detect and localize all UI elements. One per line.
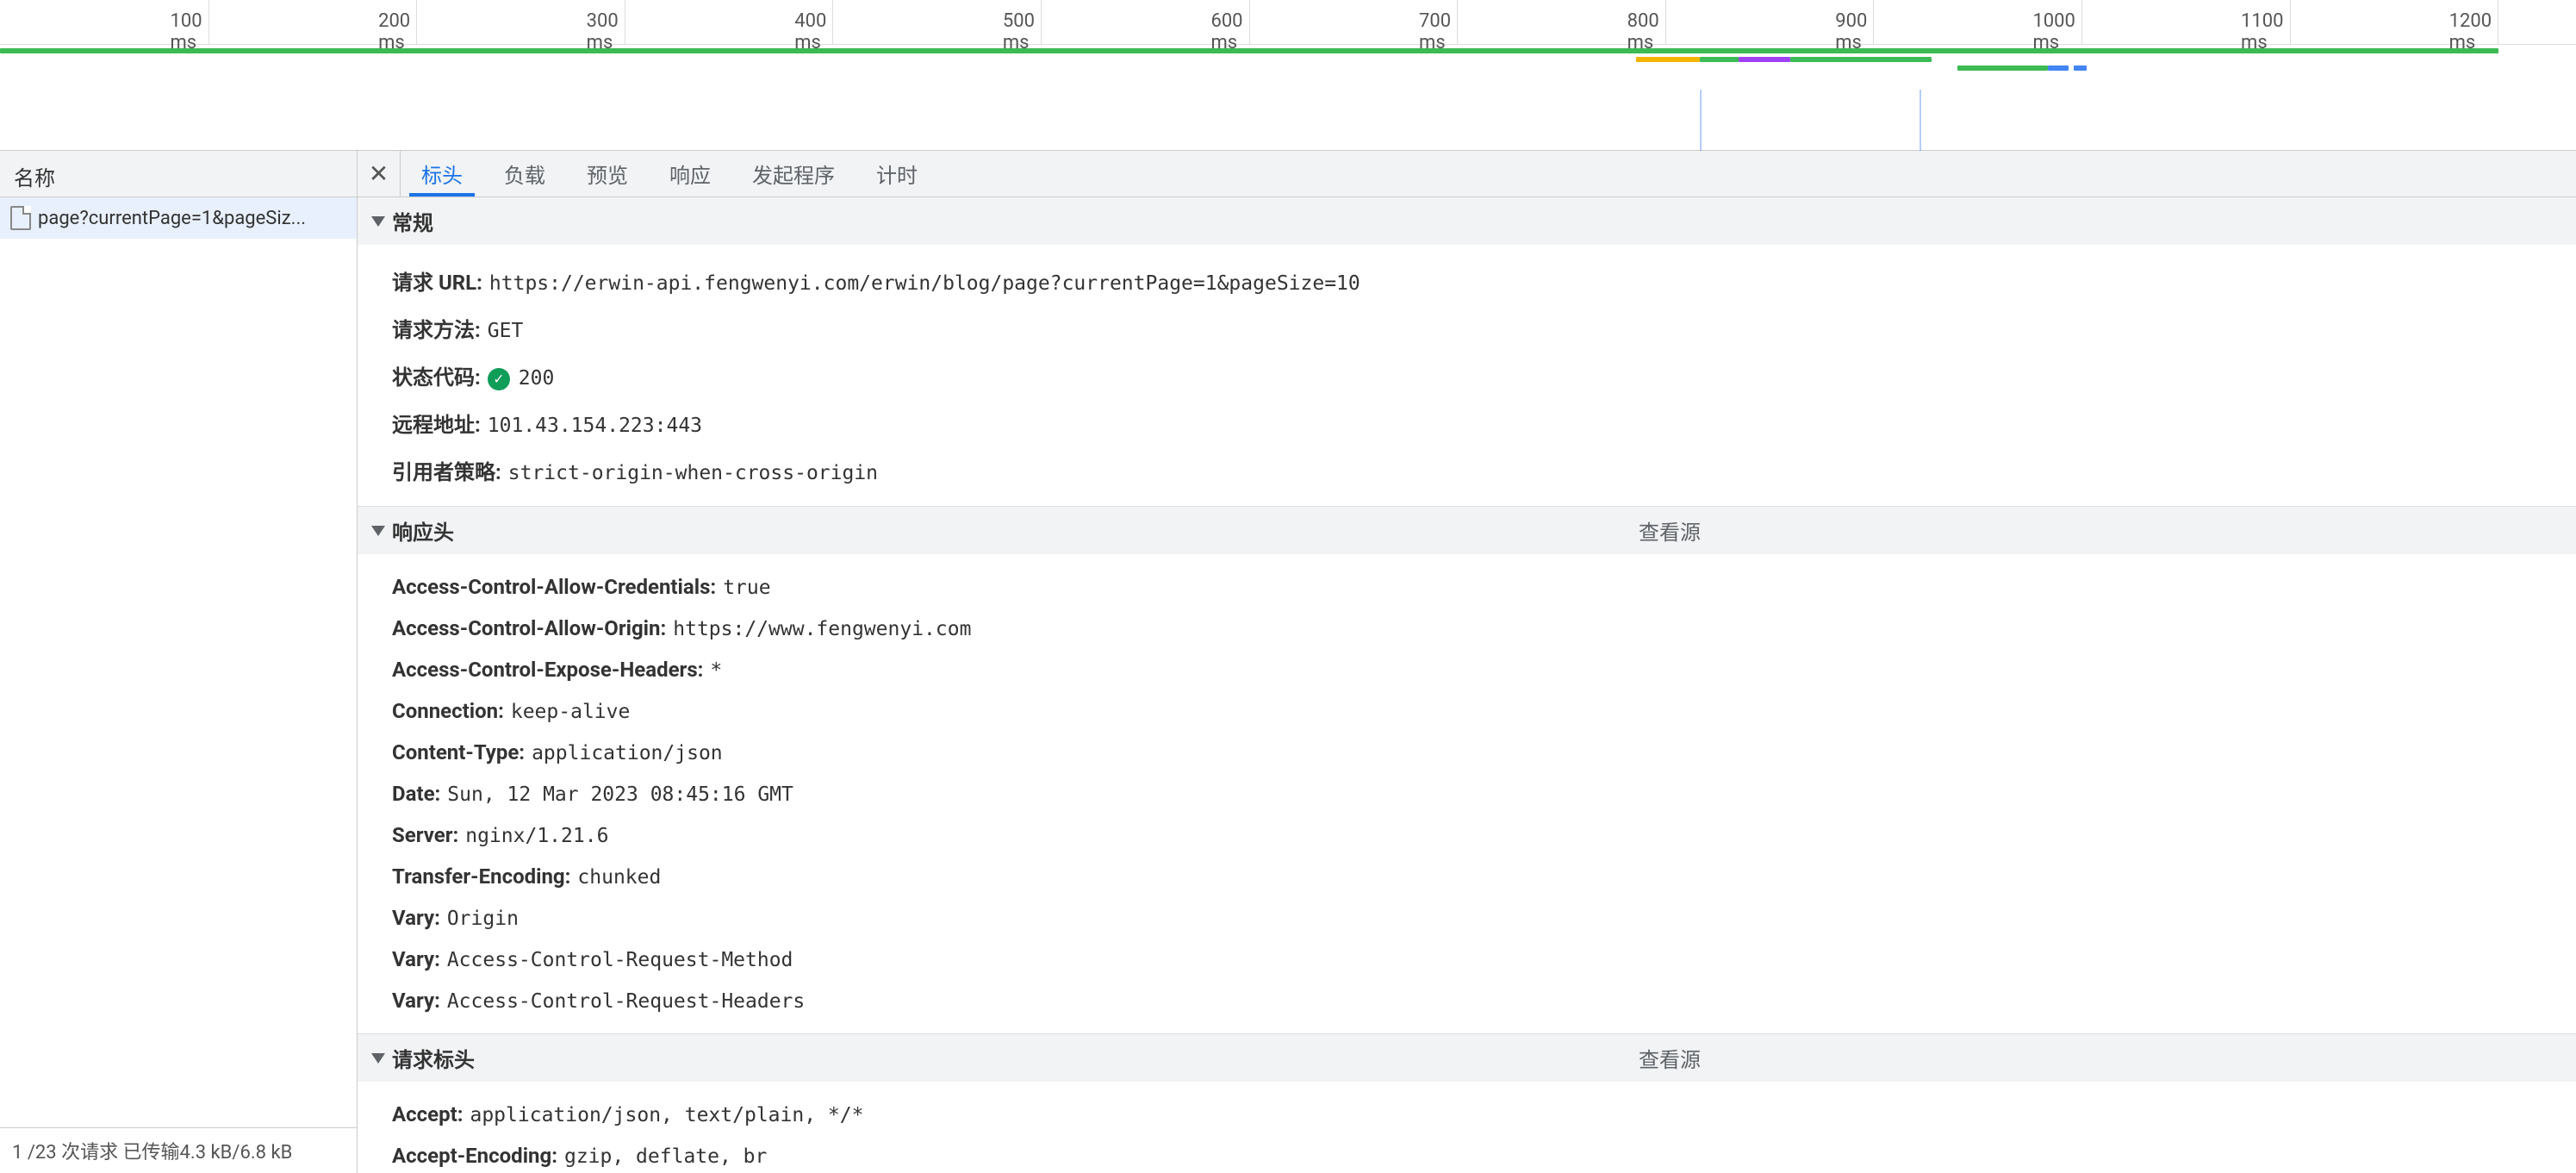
header-key: Vary: (392, 947, 440, 971)
header-value: true (723, 577, 770, 599)
label-status-code: 状态代码: (392, 360, 481, 390)
header-row: Access-Control-Expose-Headers: * (392, 649, 2542, 690)
close-detail-button[interactable]: ✕ (358, 151, 401, 197)
header-value: gzip, deflate, br (564, 1145, 767, 1168)
section-title: 响应头 (392, 515, 454, 546)
label-request-url: 请求 URL: (392, 265, 482, 296)
header-value: Origin (447, 908, 519, 930)
header-key: Server: (392, 823, 458, 847)
request-list-panel: 名称 page?currentPage=1&pageSiz... 1 /23 次… (0, 151, 358, 1173)
header-key: Access-Control-Expose-Headers: (392, 658, 703, 682)
header-row: Accept-Encoding: gzip, deflate, br (392, 1135, 2542, 1173)
header-key: Access-Control-Allow-Origin: (392, 616, 666, 640)
header-row: Accept: application/json, text/plain, */* (392, 1094, 2542, 1135)
header-row: Server: nginx/1.21.6 (392, 814, 2542, 856)
header-key: Transfer-Encoding: (392, 864, 570, 889)
header-row: Date: Sun, 12 Mar 2023 08:45:16 GMT (392, 773, 2542, 814)
section-title: 常规 (392, 206, 433, 236)
tab-timing[interactable]: 计时 (856, 151, 938, 197)
section-title: 请求标头 (392, 1043, 475, 1073)
header-row: Transfer-Encoding: chunked (392, 856, 2542, 897)
request-row[interactable]: page?currentPage=1&pageSiz... (0, 197, 357, 239)
label-request-method: 请求方法: (392, 313, 481, 343)
value-request-method: GET (488, 320, 524, 342)
header-value: application/json, text/plain, */* (470, 1104, 863, 1126)
header-value: Access-Control-Request-Headers (447, 990, 805, 1013)
request-name: page?currentPage=1&pageSiz... (38, 208, 306, 229)
header-key: Content-Type: (392, 740, 525, 764)
status-bar: 1 /23 次请求 已传输4.3 kB/6.8 kB (0, 1127, 357, 1173)
header-key: Accept-Encoding: (392, 1144, 557, 1168)
network-timeline[interactable]: 100 ms 200 ms 300 ms 400 ms 500 ms 600 m… (0, 0, 2576, 151)
header-value: Access-Control-Request-Method (447, 949, 793, 971)
header-row: Vary: Origin (392, 897, 2542, 939)
header-row: Vary: Access-Control-Request-Method (392, 939, 2542, 980)
header-key: Connection: (392, 699, 504, 723)
section-general: 常规 请求 URL: https://erwin-api.fengwenyi.co… (358, 197, 2576, 507)
request-detail-panel: ✕ 标头 负载 预览 响应 发起程序 计时 常规 请求 URL: https://… (358, 151, 2576, 1173)
label-referrer-policy: 引用者策略: (392, 455, 501, 485)
header-value: nginx/1.21.6 (465, 825, 608, 847)
header-key: Vary: (392, 989, 440, 1013)
tab-headers[interactable]: 标头 (401, 151, 483, 197)
header-key: Date: (392, 782, 440, 806)
value-remote-address: 101.43.154.223:443 (488, 415, 702, 437)
label-remote-address: 远程地址: (392, 408, 481, 438)
tab-payload[interactable]: 负载 (483, 151, 566, 197)
section-header-request[interactable]: 请求标头 查看源 (358, 1034, 2576, 1082)
status-ok-icon: ✓ (488, 368, 510, 390)
header-row: Access-Control-Allow-Credentials: true (392, 566, 2542, 608)
section-request-headers: 请求标头 查看源 Accept: application/json, text/p… (358, 1034, 2576, 1173)
timeline-body (0, 45, 2576, 151)
header-key: Access-Control-Allow-Credentials: (392, 575, 716, 599)
column-header-name[interactable]: 名称 (0, 151, 357, 197)
document-icon (10, 206, 31, 230)
chevron-down-icon (371, 1053, 385, 1064)
header-key: Accept: (392, 1102, 463, 1126)
header-value: Sun, 12 Mar 2023 08:45:16 GMT (447, 783, 793, 806)
value-request-url: https://erwin-api.fengwenyi.com/erwin/bl… (489, 272, 1360, 295)
header-value: * (710, 659, 722, 682)
section-response-headers: 响应头 查看源 Access-Control-Allow-Credentials… (358, 507, 2576, 1034)
header-value: application/json (532, 742, 723, 764)
tab-response[interactable]: 响应 (649, 151, 731, 197)
value-status-code: 200 (519, 367, 555, 390)
view-source-link[interactable]: 查看源 (1639, 515, 1701, 546)
header-row: Content-Type: application/json (392, 732, 2542, 773)
tab-initiator[interactable]: 发起程序 (731, 151, 856, 197)
chevron-down-icon (371, 526, 385, 536)
header-row: Vary: Access-Control-Request-Headers (392, 980, 2542, 1021)
header-row: Access-Control-Allow-Origin: https://www.… (392, 608, 2542, 649)
header-row: Connection: keep-alive (392, 690, 2542, 732)
section-header-response[interactable]: 响应头 查看源 (358, 507, 2576, 554)
header-key: Vary: (392, 906, 440, 930)
header-value: chunked (577, 866, 661, 889)
detail-tabs: ✕ 标头 负载 预览 响应 发起程序 计时 (358, 151, 2576, 197)
timeline-ruler: 100 ms 200 ms 300 ms 400 ms 500 ms 600 m… (0, 0, 2576, 45)
tab-preview[interactable]: 预览 (566, 151, 649, 197)
section-header-general[interactable]: 常规 (358, 197, 2576, 245)
header-value: keep-alive (511, 701, 630, 723)
chevron-down-icon (371, 216, 385, 227)
value-referrer-policy: strict-origin-when-cross-origin (508, 462, 878, 484)
header-value: https://www.fengwenyi.com (673, 618, 971, 640)
view-source-link[interactable]: 查看源 (1639, 1043, 1701, 1073)
